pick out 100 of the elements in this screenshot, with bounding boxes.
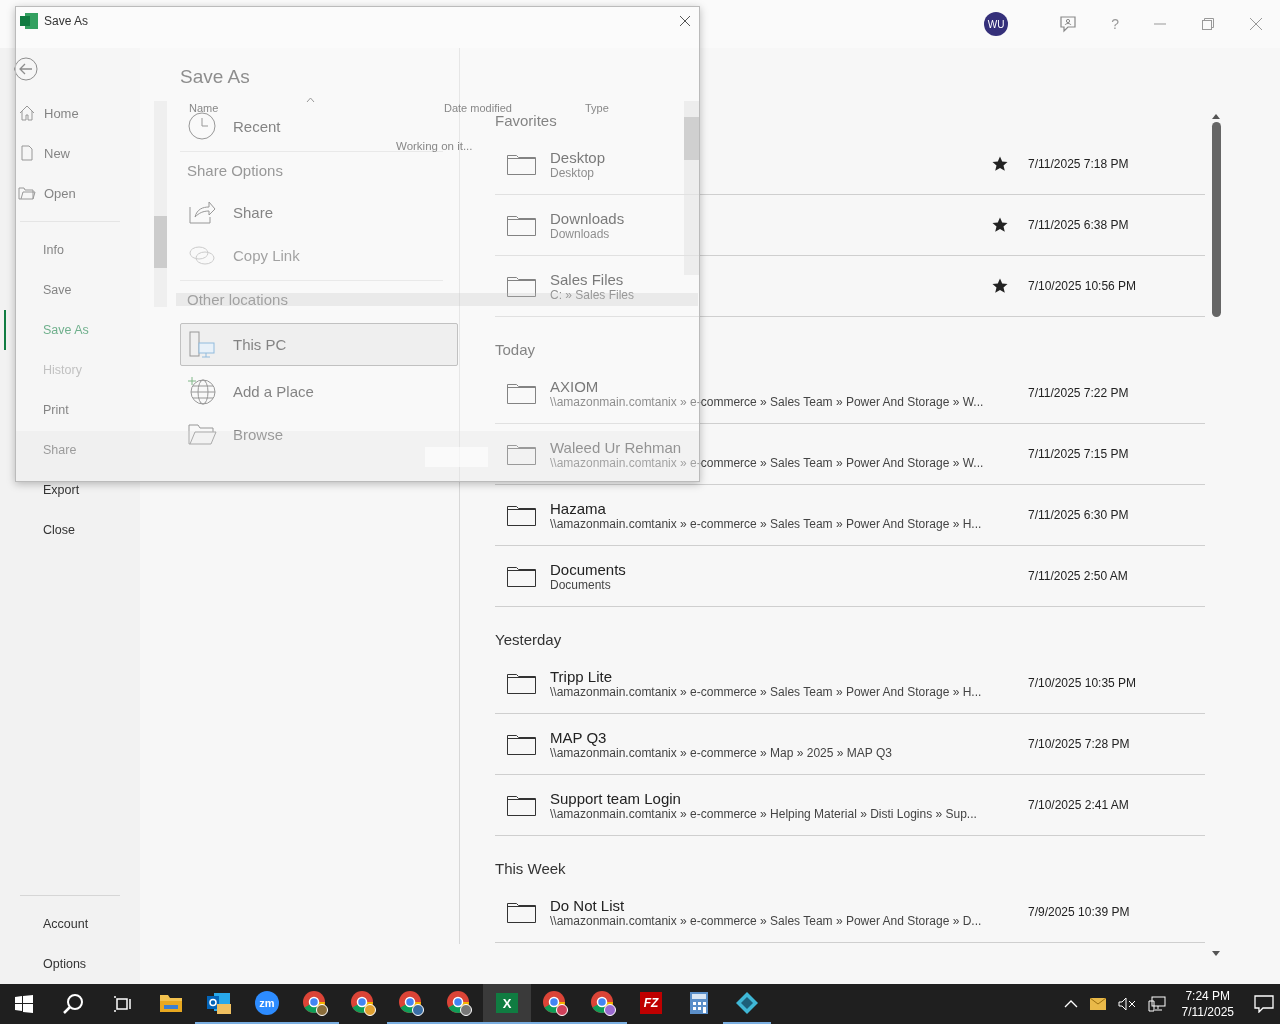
browser-icon	[398, 990, 424, 1016]
recent-folder-row[interactable]: Tripp Lite \\amazonmain.comtanix » e-commerce » Sales Team » Power And Storage » H... 7/10/2025 10:35 PM	[495, 653, 1205, 714]
folder-path: Documents	[550, 577, 611, 592]
nav-item[interactable]: Open	[0, 173, 140, 213]
folder-name: Support team Login	[550, 789, 681, 807]
folder-name: Sales Files	[550, 270, 624, 288]
recent-folder-row[interactable]: AXIOM \\amazonmain.comtanix » e-commerce » Sales Team » Power And Storage » W... 7/11/2025 7:22 PM	[495, 363, 1205, 424]
folder-name: Downloads	[550, 209, 625, 227]
folder-icon	[507, 794, 536, 816]
recent-folder-row[interactable]: Hazama \\amazonmain.comtanix » e-commerce » Sales Team » Power And Storage » H... 7/11/2025 6:30 PM	[495, 485, 1205, 546]
modified-date: 7/9/2025 10:39 PM	[1028, 905, 1130, 919]
folder-path: \\amazonmain.comtanix » e-commerce » Sales Team » Power And Storage » W...	[550, 455, 984, 470]
folder-icon	[507, 504, 536, 526]
modified-date: 7/10/2025 7:28 PM	[1028, 737, 1130, 751]
recent-folder-row[interactable]: Support team Login \\amazonmain.comtanix » e-commerce » Helping Material » Disti Logins » Sup... 7/10/2025 2:41 AM	[495, 775, 1205, 836]
folder-name: MAP Q3	[550, 728, 607, 746]
home-icon	[18, 105, 36, 121]
clock-date[interactable]: 7/11/2025	[1181, 1004, 1234, 1020]
search-icon[interactable]	[62, 993, 84, 1015]
recent-folder-row[interactable]: Documents Documents 7/11/2025 2:50 AM	[495, 546, 1205, 607]
close-icon[interactable]	[679, 15, 691, 27]
taskbar-app[interactable]: X	[483, 984, 531, 1024]
folder-icon	[507, 733, 536, 755]
computer-icon	[187, 329, 217, 360]
folder-path: Downloads	[550, 226, 610, 241]
browser-icon	[350, 990, 376, 1016]
location-item[interactable]: Add a Place	[180, 373, 321, 409]
folder-path: \\amazonmain.comtanix » e-commerce » Helping Material » Disti Logins » Sup...	[550, 806, 977, 821]
page-title: Save As	[180, 66, 251, 88]
nav-item[interactable]: Info	[4, 230, 140, 270]
recent-folder-row[interactable]: Downloads Downloads 7/11/2025 6:38 PM	[495, 195, 1205, 256]
nav-item[interactable]: Options	[4, 944, 140, 984]
folder-icon	[507, 672, 536, 694]
folder-name: Waleed Ur Rehman	[550, 438, 682, 456]
recent-folder-row[interactable]: Waleed Ur Rehman \\amazonmain.comtanix » e-commerce » Sales Team » Power And Storage » W... 7/11/2025 7:15 PM	[495, 424, 1205, 485]
taskbar-app[interactable]: zm	[243, 984, 291, 1024]
nav-item[interactable]: Close	[4, 510, 140, 550]
nav-item[interactable]: Save	[4, 270, 140, 310]
star-icon[interactable]	[992, 278, 1008, 294]
folder-name: Desktop	[550, 148, 606, 166]
nav-item[interactable]: Export	[4, 470, 140, 510]
mail-icon[interactable]	[1089, 998, 1106, 1010]
modified-date: 7/11/2025 2:50 AM	[1028, 569, 1128, 583]
location-item[interactable]: This PC	[180, 323, 458, 366]
globe-icon	[187, 376, 217, 406]
column-header[interactable]: Date modified	[444, 102, 512, 114]
section-header: Share Options	[180, 151, 443, 190]
star-icon[interactable]	[992, 217, 1008, 233]
windows-start-icon[interactable]	[15, 995, 33, 1013]
location-item[interactable]: Share	[180, 194, 281, 230]
chevron-up-icon[interactable]	[1063, 999, 1078, 1009]
scrollbar-thumb[interactable]	[1211, 122, 1221, 317]
account-avatar[interactable]: WU	[984, 12, 1009, 36]
folder-path: Desktop	[550, 165, 595, 180]
nav-item[interactable]: Account	[4, 904, 140, 944]
feedback-icon[interactable]	[1059, 15, 1078, 33]
diamond-icon	[735, 991, 759, 1015]
clock-time[interactable]: 7:24 PM	[1185, 988, 1231, 1004]
modified-date: 7/11/2025 6:38 PM	[1028, 218, 1129, 232]
folder-icon	[507, 565, 536, 587]
task-view-icon[interactable]	[113, 995, 133, 1013]
group-header: Today	[495, 341, 536, 359]
column-header[interactable]: Type	[585, 102, 609, 114]
column-header[interactable]: Name	[189, 102, 219, 114]
network-icon[interactable]	[1147, 996, 1166, 1012]
folder-icon	[507, 275, 536, 297]
group-header: Yesterday	[495, 631, 562, 649]
folder-icon	[507, 901, 536, 923]
scrollbar[interactable]	[154, 101, 167, 307]
scroll-down-icon[interactable]	[1211, 950, 1221, 958]
folder-name: Do Not List	[550, 896, 625, 914]
recent-folder-row[interactable]: Do Not List \\amazonmain.comtanix » e-commerce » Sales Team » Power And Storage » D... 7/9/2025 10:39 PM	[495, 882, 1205, 943]
nav-item[interactable]: Home	[0, 93, 140, 133]
envelope-icon	[206, 991, 232, 1015]
help-button[interactable]: ?	[1111, 16, 1119, 32]
star-icon[interactable]	[992, 156, 1008, 172]
notification-icon[interactable]	[1254, 995, 1274, 1013]
folder-path: \\amazonmain.comtanix » e-commerce » Sales Team » Power And Storage » H...	[550, 516, 982, 531]
taskbar-app[interactable]: FZ	[627, 984, 675, 1024]
dialog-title: Save As	[44, 14, 89, 28]
scroll-up-icon[interactable]	[1211, 112, 1221, 120]
recent-folder-row[interactable]: MAP Q3 \\amazonmain.comtanix » e-commerce » Map » 2025 » MAP Q3 7/10/2025 7:28 PM	[495, 714, 1205, 775]
speaker-muted-icon[interactable]	[1117, 997, 1136, 1011]
nav-item[interactable]: Print	[4, 390, 140, 430]
folder-icon	[507, 153, 536, 175]
scrollbar[interactable]	[684, 101, 699, 275]
folder-path: \\amazonmain.comtanix » e-commerce » Sales Team » Power And Storage » D...	[550, 913, 982, 928]
modified-date: 7/10/2025 2:41 AM	[1028, 798, 1129, 812]
folder-path: \\amazonmain.comtanix » e-commerce » Sales Team » Power And Storage » W...	[550, 394, 984, 409]
modified-date: 7/10/2025 10:56 PM	[1028, 279, 1137, 293]
browser-icon	[590, 990, 616, 1016]
section-header: Other locations	[180, 280, 443, 319]
browser-icon	[446, 990, 472, 1016]
folder-icon	[507, 382, 536, 404]
nav-item[interactable]: New	[0, 133, 140, 173]
restore-icon[interactable]	[1201, 17, 1215, 31]
clock-icon	[187, 111, 217, 141]
folder-name: Documents	[550, 560, 626, 578]
folder-icon	[507, 443, 536, 465]
recent-folder-row[interactable]: Sales Files C: » Sales Files 7/10/2025 10:56 PM	[495, 256, 1205, 317]
